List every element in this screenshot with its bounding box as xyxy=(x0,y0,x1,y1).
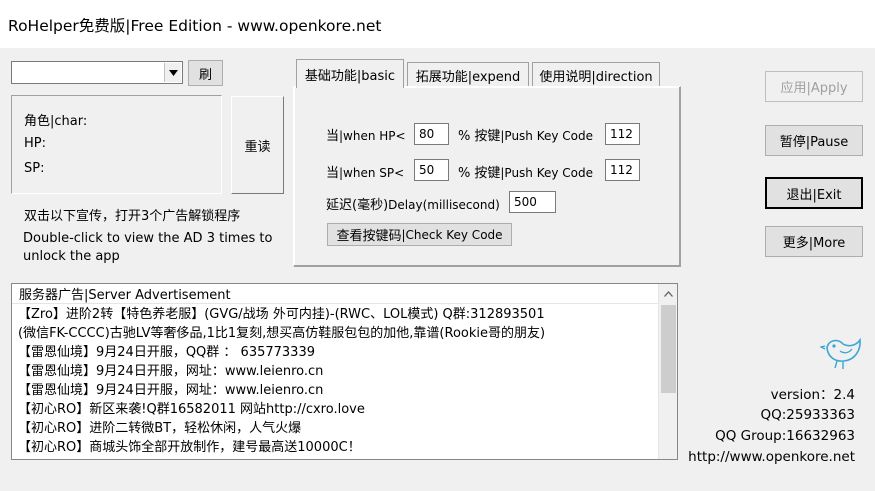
hp-key-label: % 按键 |Push Key Code xyxy=(458,125,593,144)
basic-tab-panel: 当 |when HP< 80 % 按键 |Push Key Code 112 当… xyxy=(293,86,681,267)
sp-threshold-input[interactable]: 50 xyxy=(414,159,449,181)
hp-condition-label: 当 |when HP< xyxy=(326,125,406,144)
sp-percent: % xyxy=(458,166,471,181)
apply-button[interactable]: 应用|Apply xyxy=(765,71,863,102)
ad-row[interactable]: 【雷恩仙境】9月24日开服，QQ群 ： 635773339 xyxy=(18,343,315,362)
reload-button[interactable]: 重读 xyxy=(231,96,284,194)
bird-icon xyxy=(818,334,866,374)
delay-en: Delay(millisecond) xyxy=(388,198,500,212)
hp-label: HP: xyxy=(24,136,46,151)
website-link[interactable]: http://www.openkore.net xyxy=(688,449,855,465)
more-button[interactable]: 更多|More xyxy=(765,226,863,257)
check-key-cn: 查看按键码 xyxy=(336,229,402,244)
delay-input[interactable]: 500 xyxy=(509,191,556,213)
char-info-box: 角色|char: HP: SP: xyxy=(11,95,222,194)
chevron-down-icon[interactable] xyxy=(164,63,181,82)
hp-key-cn: 按键 xyxy=(474,129,501,144)
char-select[interactable] xyxy=(11,61,183,84)
scroll-thumb[interactable] xyxy=(661,305,676,393)
scroll-up-icon[interactable] xyxy=(659,284,677,303)
ad-row[interactable]: 【Zro】进阶2转【特色养老服】(GVG/战场 外可内挂)-(RWC、LOL模式… xyxy=(18,305,545,324)
hp-key-en: |Push Key Code xyxy=(500,129,594,143)
char-label: 角色|char: xyxy=(24,114,88,129)
promo-text-en: Double-click to view the AD 3 times to u… xyxy=(23,231,273,264)
delay-cn: 延迟(毫秒) xyxy=(326,198,389,213)
sp-key-en: |Push Key Code xyxy=(500,166,594,180)
window-title: RoHelper免费版|Free Edition - www.openkore.… xyxy=(8,17,382,35)
ad-row[interactable]: 【雷恩仙境】9月24日开服，网址：www.leienro.cn xyxy=(18,381,323,400)
ad-row[interactable]: 【初心RO】商城头饰全部开放制作，建号最高送10000C！ xyxy=(18,438,361,457)
check-key-code-button[interactable]: 查看按键码 |Check Key Code xyxy=(327,223,512,246)
exit-button[interactable]: 退出|Exit xyxy=(765,177,863,209)
ad-row[interactable]: 【初心RO】进阶二转微BT，轻松休闲，人气火爆 xyxy=(18,419,301,438)
hp-percent: % xyxy=(458,129,471,144)
server-ad-list[interactable]: 服务器广告|Server Advertisement 【Zro】进阶2转【特色养… xyxy=(11,283,678,460)
version-text: version：2.4 xyxy=(770,387,855,403)
vertical-scrollbar[interactable] xyxy=(658,284,677,459)
qq-group-text: QQ Group:16632963 xyxy=(715,428,855,444)
sp-when: |when SP< xyxy=(339,166,405,180)
tab-expend[interactable]: 拓展功能|expend xyxy=(407,62,529,87)
sp-key-label: % 按键 |Push Key Code xyxy=(458,162,593,181)
sp-key-cn: 按键 xyxy=(474,166,501,181)
ad-row[interactable]: 【雷恩仙境】9月24日开服，网址：www.leienro.cn xyxy=(18,362,323,381)
promo-text-cn: 双击以下宣传，打开3个广告解锁程序 xyxy=(24,209,241,224)
ad-row[interactable]: (微信FK-CCCC)古驰LV等奢侈品,1比1复刻,想买高仿鞋服包包的加他,靠谱… xyxy=(18,324,545,343)
tab-direction[interactable]: 使用说明|direction xyxy=(532,62,660,87)
sp-condition-label: 当 |when SP< xyxy=(326,162,404,181)
title-bar: RoHelper免费版|Free Edition - www.openkore.… xyxy=(0,0,875,48)
sp-key-input[interactable]: 112 xyxy=(605,159,640,181)
pause-button[interactable]: 暂停|Pause xyxy=(765,125,863,156)
server-ad-header[interactable]: 服务器广告|Server Advertisement xyxy=(12,284,658,304)
hp-when: |when HP< xyxy=(339,129,406,143)
check-key-en: |Check Key Code xyxy=(401,227,503,242)
hp-threshold-input[interactable]: 80 xyxy=(414,123,449,145)
sp-label: SP: xyxy=(24,161,45,176)
sp-prefix: 当 xyxy=(326,166,340,181)
delay-label: 延迟(毫秒) Delay(millisecond) xyxy=(326,194,500,213)
refresh-button[interactable]: 刷 xyxy=(188,60,223,86)
hp-prefix: 当 xyxy=(326,129,340,144)
qq-text: QQ:25933363 xyxy=(760,407,855,423)
hp-key-input[interactable]: 112 xyxy=(605,123,640,145)
ad-row[interactable]: 【初心RO】新区来袭!Q群16582011 网站http://cxro.love xyxy=(18,400,365,419)
tab-basic[interactable]: 基础功能|basic xyxy=(296,59,404,88)
